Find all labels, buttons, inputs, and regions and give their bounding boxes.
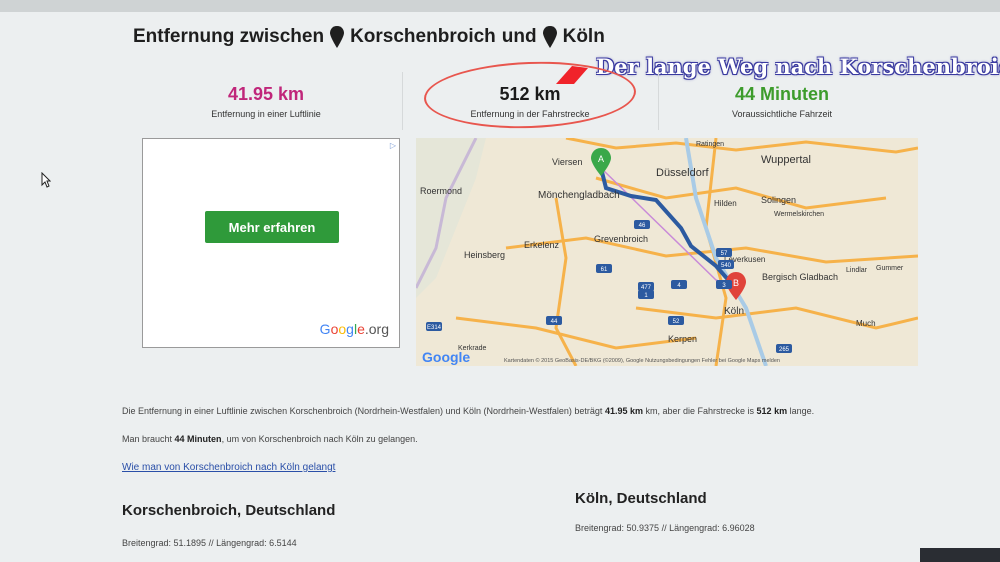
route-directions-link[interactable]: Wie man von Korschenbroich nach Köln gel… — [122, 462, 335, 473]
map-label-solingen: Solingen — [761, 195, 796, 205]
page-title: Entfernung zwischen Korschenbroich und K… — [133, 26, 605, 48]
road-shield-label: 265 — [779, 347, 790, 353]
monitor-bezel — [0, 0, 1000, 12]
map-label-viersen: Viersen — [552, 157, 582, 167]
road-shield-label: E314 — [427, 325, 442, 331]
google-org-logo[interactable]: Google.org — [320, 321, 389, 337]
travel-time-value: 44 Minuten — [734, 84, 829, 104]
air-distance-label: Entfernung in einer Luftlinie — [211, 109, 321, 119]
map-label-koeln: Köln — [724, 306, 744, 317]
marker-b-label: B — [733, 278, 739, 288]
mouse-cursor-icon — [41, 172, 51, 188]
map-pin-icon — [542, 26, 557, 48]
description-line-1: Die Entfernung in einer Luftlinie zwisch… — [122, 406, 814, 416]
map-label-wuppertal: Wuppertal — [761, 154, 811, 166]
map-label-kerpen: Kerpen — [668, 334, 697, 344]
map-pin-icon — [330, 26, 345, 48]
road-shield-label: 52 — [673, 319, 680, 325]
map-label-bergisch-gladbach: Bergisch Gladbach — [762, 272, 838, 282]
map-label-duesseldorf: Düsseldorf — [656, 167, 710, 179]
ad-more-button[interactable]: Mehr erfahren — [205, 211, 339, 243]
origin-heading: Korschenbroich, Deutschland — [122, 502, 336, 519]
map-label-wermelskirchen: Wermelskirchen — [774, 211, 824, 218]
marker-a-label: A — [598, 154, 604, 164]
overlay-caption: Der lange Weg nach Korschenbroich — [596, 54, 1000, 79]
ad-box: ▷ Mehr erfahren Google.org — [142, 138, 400, 348]
desc-road-distance: 512 km — [756, 406, 788, 416]
stat-divider — [402, 72, 403, 130]
destination-heading: Köln, Deutschland — [575, 490, 707, 507]
road-shield-label: 61 — [601, 267, 608, 273]
desc-text: Man braucht — [122, 434, 173, 444]
road-shield-label: 46 — [639, 223, 646, 229]
stat-divider — [658, 72, 659, 130]
road-shield-label: 57 — [721, 251, 728, 257]
destination-coordinates: Breitengrad: 50.9375 // Längengrad: 6.96… — [575, 523, 755, 533]
map-label-moenchengladbach: Mönchengladbach — [538, 190, 620, 201]
desc-text: km, aber die Fahrstrecke is — [645, 406, 755, 416]
stat-air-distance: 41.95 km Entfernung in einer Luftlinie — [156, 84, 376, 119]
air-distance-value: 41.95 km — [227, 84, 305, 104]
map-attribution[interactable]: Kartendaten © 2015 GeoBasis-DE/BKG (©200… — [504, 357, 780, 364]
map-label-heinsberg: Heinsberg — [464, 250, 505, 260]
desc-text: lange. — [789, 406, 815, 416]
title-destination: Köln — [562, 26, 605, 47]
map-canvas[interactable]: A B Viersen Düsseldorf Wuppertal Ratinge… — [416, 138, 918, 366]
desc-text: Die Entfernung in einer Luftlinie zwisch… — [122, 406, 603, 416]
map-label-roermond: Roermond — [420, 186, 462, 196]
map-label-gummersbach: Gummer — [876, 265, 904, 272]
map-google-logo: Google — [422, 349, 470, 365]
title-connector: und — [501, 26, 537, 47]
adchoices-icon[interactable]: ▷ — [390, 141, 396, 150]
map-label-grevenbroich: Grevenbroich — [594, 234, 648, 244]
map-label-ratingen: Ratingen — [696, 141, 724, 148]
origin-coordinates: Breitengrad: 51.1895 // Längengrad: 6.51… — [122, 538, 297, 548]
title-origin: Korschenbroich — [350, 26, 496, 47]
road-shield-label: 44 — [551, 319, 558, 325]
stat-travel-time: 44 Minuten Voraussichtliche Fahrzeit — [672, 84, 892, 119]
taskbar — [920, 548, 1000, 562]
desc-air-distance: 41.95 km — [604, 406, 643, 416]
title-prefix: Entfernung zwischen — [133, 26, 325, 47]
desc-text: , um von Korschenbroich nach Köln zu gel… — [221, 434, 418, 444]
map-label-much: Much — [856, 319, 876, 328]
road-shield-label: 477 — [641, 285, 652, 291]
red-highlight-circle — [422, 58, 638, 132]
road-shield-label: 540 — [721, 263, 732, 269]
map-label-hilden: Hilden — [714, 199, 737, 208]
map-label-erkelenz: Erkelenz — [524, 240, 560, 250]
travel-time-label: Voraussichtliche Fahrzeit — [731, 109, 833, 119]
description-line-2: Man braucht 44 Minuten, um von Korschenb… — [122, 434, 418, 444]
route-map[interactable]: A B Viersen Düsseldorf Wuppertal Ratinge… — [416, 138, 918, 366]
desc-travel-time: 44 Minuten — [174, 434, 222, 444]
map-label-lindlar: Lindlar — [846, 267, 868, 274]
